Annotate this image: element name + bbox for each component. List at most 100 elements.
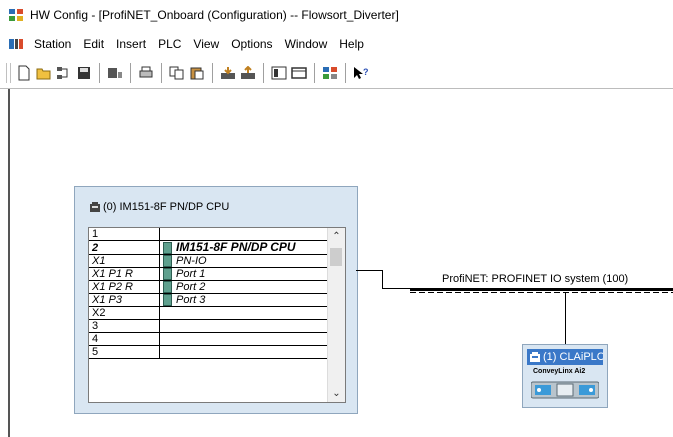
toolbar-separator [99,63,100,83]
module-name: Port 1 [176,268,206,281]
menu-view[interactable]: View [187,37,225,51]
module-cell[interactable] [159,319,330,334]
module-cell[interactable]: PN-IO [159,254,330,269]
open-icon[interactable] [35,64,53,82]
toolbar-separator [314,63,315,83]
slot-cell: X1 [89,254,160,269]
menu-insert[interactable]: Insert [110,37,152,51]
slot-cell: 2 [89,240,160,256]
menu-bar: Station Edit Insert PLC View Options Win… [0,31,673,57]
device-drop-line [565,293,566,345]
hw-config-app-icon [9,9,23,21]
paste-icon[interactable] [188,64,206,82]
profinet-system-label[interactable]: ProfiNET: PROFINET IO system (100) [442,273,628,285]
module-icon [163,268,172,281]
menu-options[interactable]: Options [225,37,278,51]
download-icon[interactable] [219,64,237,82]
module-name: PN-IO [176,255,207,268]
svg-text:?: ? [363,67,369,77]
io-device-node[interactable]: (1) CLAiPLC ConveyLinx Ai2 [522,344,608,408]
module-name: Port 2 [176,281,206,294]
rack-row[interactable]: 1 [89,228,330,241]
scroll-up-icon[interactable]: ⌃ [328,228,345,245]
module-cell[interactable] [159,345,330,360]
module-icon [163,255,172,268]
module-name: IM151-8F PN/DP CPU [176,240,296,254]
rack-scrollbar[interactable]: ⌃ ⌄ [327,228,345,402]
module-cell[interactable] [159,228,330,241]
toolbar-separator [161,63,162,83]
rack-row[interactable]: X1 P1 R Port 1 [89,267,330,282]
profinet-io-system-line[interactable] [410,288,673,291]
module-cell[interactable]: Port 1 [159,267,330,282]
left-frame-border [8,89,10,437]
title-bar: HW Config - [ProfiNET_Onboard (Configura… [0,0,673,30]
help-cursor-icon[interactable]: ? [352,64,370,82]
rack-row[interactable]: X1 PN-IO [89,254,330,269]
rack-table[interactable]: 1 2 IM151-8F PN/DP CPU X1 PN-IO X1 P1 R Port 1… [88,227,346,403]
module-cell[interactable] [159,332,330,347]
new-icon[interactable] [15,64,33,82]
device-module-image [531,381,599,399]
module-cell[interactable]: Port 2 [159,280,330,295]
menu-window[interactable]: Window [279,37,334,51]
slot-cell: 5 [89,345,160,360]
toolbar-grip[interactable] [6,63,11,83]
scroll-down-icon[interactable]: ⌄ [328,385,345,402]
slot-cell: 4 [89,332,160,347]
pn-connection-line [382,288,410,289]
station-icon [90,202,100,212]
network-icon[interactable] [55,64,73,82]
module-icon [163,281,172,294]
slot-cell: X1 P1 R [89,267,160,282]
toolbar-separator [130,63,131,83]
pn-connection-line [382,270,383,289]
upload-icon[interactable] [239,64,257,82]
device-icon [530,352,540,362]
station-header: (0) IM151-8F PN/DP CPU [89,201,229,213]
window-title: HW Config - [ProfiNET_Onboard (Configura… [30,8,399,22]
module-icon [163,242,172,255]
save-icon[interactable] [75,64,93,82]
slot-cell: X1 P2 R [89,280,160,295]
rack-row[interactable]: X1 P3 Port 3 [89,293,330,308]
menu-station[interactable]: Station [28,37,77,51]
netpro-icon[interactable] [321,64,339,82]
device-title-text: (1) CLAiPLC [543,351,603,363]
rack-row[interactable]: 5 [89,345,330,360]
rack-row[interactable]: 2 IM151-8F PN/DP CPU [89,240,330,256]
module-icon [163,294,172,307]
slot-cell: 1 [89,228,160,241]
compile-icon[interactable] [106,64,124,82]
station-rack-window[interactable]: (0) IM151-8F PN/DP CPU 1 2 IM151-8F PN/DP … [74,186,358,414]
toolbar-separator [212,63,213,83]
document-menu-icon[interactable] [8,37,24,51]
menu-help[interactable]: Help [333,37,370,51]
menu-plc[interactable]: PLC [152,37,187,51]
scroll-thumb[interactable] [330,248,342,266]
device-title[interactable]: (1) CLAiPLC [527,349,603,365]
rack-row[interactable]: X2 [89,306,330,321]
rack-slot-table: 1 2 IM151-8F PN/DP CPU X1 PN-IO X1 P1 R Port 1… [89,228,330,360]
slot-cell: X2 [89,306,160,321]
slot-cell: X1 P3 [89,293,160,308]
print-icon[interactable] [137,64,155,82]
rack-row[interactable]: 4 [89,332,330,347]
station-title: (0) IM151-8F PN/DP CPU [103,201,230,213]
module-icon[interactable] [290,64,308,82]
device-subtitle: ConveyLinx Ai2 [533,368,586,375]
pn-connection-line [356,270,382,271]
catalog-icon[interactable] [270,64,288,82]
toolbar-separator [263,63,264,83]
module-cell[interactable] [159,306,330,321]
rack-row[interactable]: 3 [89,319,330,334]
slot-cell: 3 [89,319,160,334]
copy-icon[interactable] [168,64,186,82]
module-cell[interactable]: Port 3 [159,293,330,308]
menu-edit[interactable]: Edit [77,37,110,51]
module-cell[interactable]: IM151-8F PN/DP CPU [159,240,330,256]
toolbar-separator [345,63,346,83]
profinet-io-system-dash [410,292,673,293]
rack-row[interactable]: X1 P2 R Port 2 [89,280,330,295]
toolbar: ? [0,58,673,89]
